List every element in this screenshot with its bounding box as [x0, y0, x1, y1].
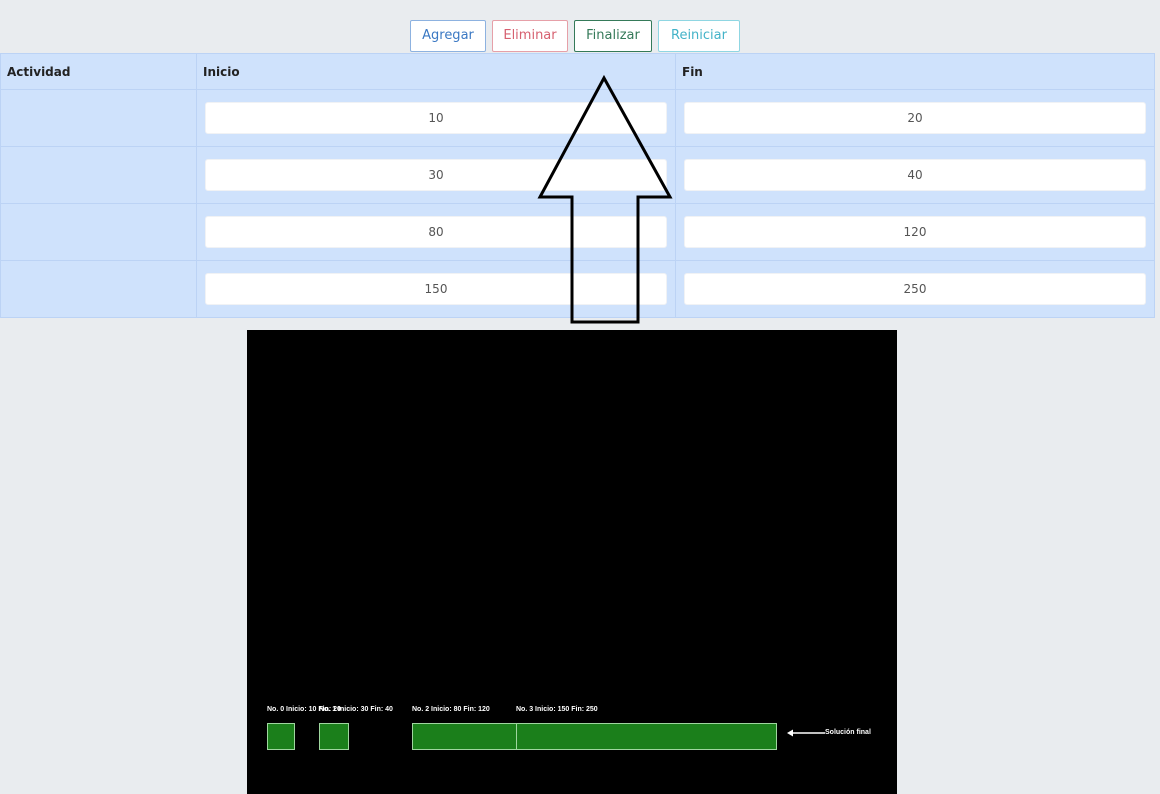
inicio-cell: [196, 89, 676, 147]
activity-block: [319, 723, 349, 750]
inicio-cell: [196, 146, 676, 204]
activity-label: No. 1 Inicio: 30 Fin: 40: [319, 706, 393, 713]
fin-cell: [675, 260, 1155, 318]
finalizar-button[interactable]: Finalizar: [574, 20, 652, 52]
inicio-input[interactable]: [205, 273, 667, 305]
fin-cell: [675, 89, 1155, 147]
activities-table-container: Actividad Inicio Fin: [0, 53, 1155, 318]
table-row: [0, 260, 1155, 318]
activity-block: [516, 723, 777, 750]
fin-input[interactable]: [684, 102, 1146, 134]
inicio-input[interactable]: [205, 159, 667, 191]
table-header-row: Actividad Inicio Fin: [0, 53, 1155, 90]
actividad-cell: [0, 89, 197, 147]
column-header-fin: Fin: [675, 53, 1155, 90]
activity-block: [267, 723, 295, 750]
reiniciar-button[interactable]: Reiniciar: [658, 20, 740, 52]
toolbar: Agregar Eliminar Finalizar Reiniciar: [410, 20, 740, 52]
activity-label: No. 2 Inicio: 80 Fin: 120: [412, 706, 490, 713]
fin-input[interactable]: [684, 216, 1146, 248]
table-row: [0, 89, 1155, 147]
activity-label: No. 3 Inicio: 150 Fin: 250: [516, 706, 598, 713]
activities-table: Actividad Inicio Fin: [0, 53, 1155, 318]
activity-block: [412, 723, 517, 750]
table-row: [0, 146, 1155, 204]
inicio-cell: [196, 260, 676, 318]
actividad-cell: [0, 260, 197, 318]
fin-cell: [675, 203, 1155, 261]
actividad-cell: [0, 203, 197, 261]
actividad-cell: [0, 146, 197, 204]
fin-input[interactable]: [684, 273, 1146, 305]
fin-input[interactable]: [684, 159, 1146, 191]
result-canvas: No. 0 Inicio: 10 Fin: 20 No. 1 Inicio: 3…: [247, 330, 897, 794]
inicio-input[interactable]: [205, 102, 667, 134]
fin-cell: [675, 146, 1155, 204]
final-solution-label: Solución final: [825, 729, 871, 736]
inicio-input[interactable]: [205, 216, 667, 248]
table-row: [0, 203, 1155, 261]
agregar-button[interactable]: Agregar: [410, 20, 486, 52]
inicio-cell: [196, 203, 676, 261]
column-header-inicio: Inicio: [196, 53, 676, 90]
column-header-actividad: Actividad: [0, 53, 197, 90]
eliminar-button[interactable]: Eliminar: [492, 20, 568, 52]
left-arrow-icon: [787, 729, 825, 737]
